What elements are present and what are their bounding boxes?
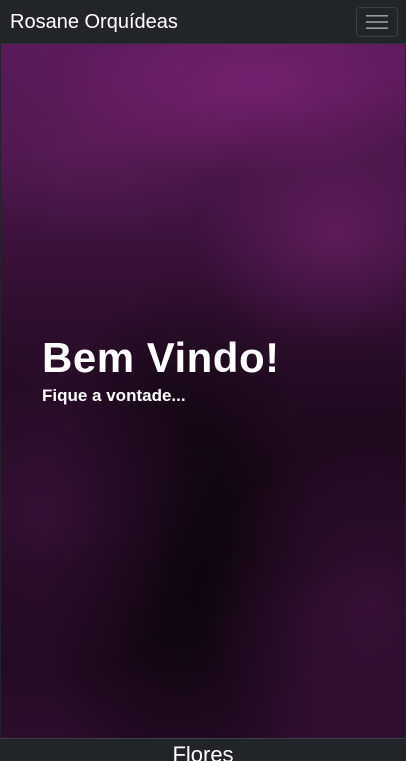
brand-link[interactable]: Rosane Orquídeas (10, 10, 178, 34)
hero-subtitle: Fique a vontade... (42, 386, 186, 405)
hamburger-menu-icon (366, 15, 388, 29)
hero-banner: Bem Vindo! Fique a vontade... (1, 44, 405, 738)
hero-title: Bem Vindo! (42, 334, 280, 381)
section-title: Flores (172, 742, 234, 761)
menu-toggle-button[interactable] (356, 7, 398, 37)
flores-section-header: Flores (0, 738, 406, 761)
top-navbar: Rosane Orquídeas (0, 0, 406, 44)
